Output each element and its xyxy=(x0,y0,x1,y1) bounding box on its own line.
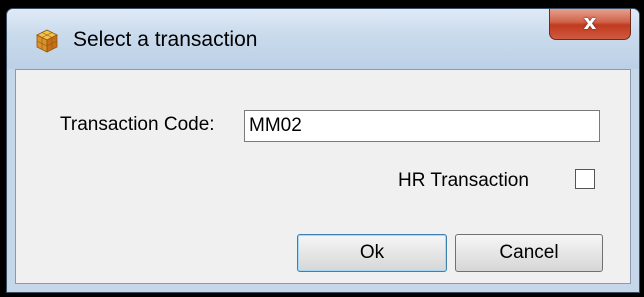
title-bar[interactable]: Select a transaction x xyxy=(7,9,639,69)
hr-transaction-label: HR Transaction xyxy=(398,170,529,191)
select-transaction-dialog: Select a transaction x Transaction Code:… xyxy=(6,8,640,293)
hr-transaction-checkbox[interactable] xyxy=(575,169,595,189)
ok-button[interactable]: Ok xyxy=(297,234,447,272)
dialog-body: Transaction Code: HR Transaction Ok Canc… xyxy=(15,69,631,284)
transaction-code-input[interactable] xyxy=(244,110,600,142)
package-cube-icon xyxy=(35,29,59,53)
close-button[interactable]: x xyxy=(549,9,631,40)
cancel-button[interactable]: Cancel xyxy=(455,234,603,272)
close-icon: x xyxy=(583,10,597,34)
window-title: Select a transaction xyxy=(73,28,258,51)
transaction-code-label: Transaction Code: xyxy=(60,114,215,135)
